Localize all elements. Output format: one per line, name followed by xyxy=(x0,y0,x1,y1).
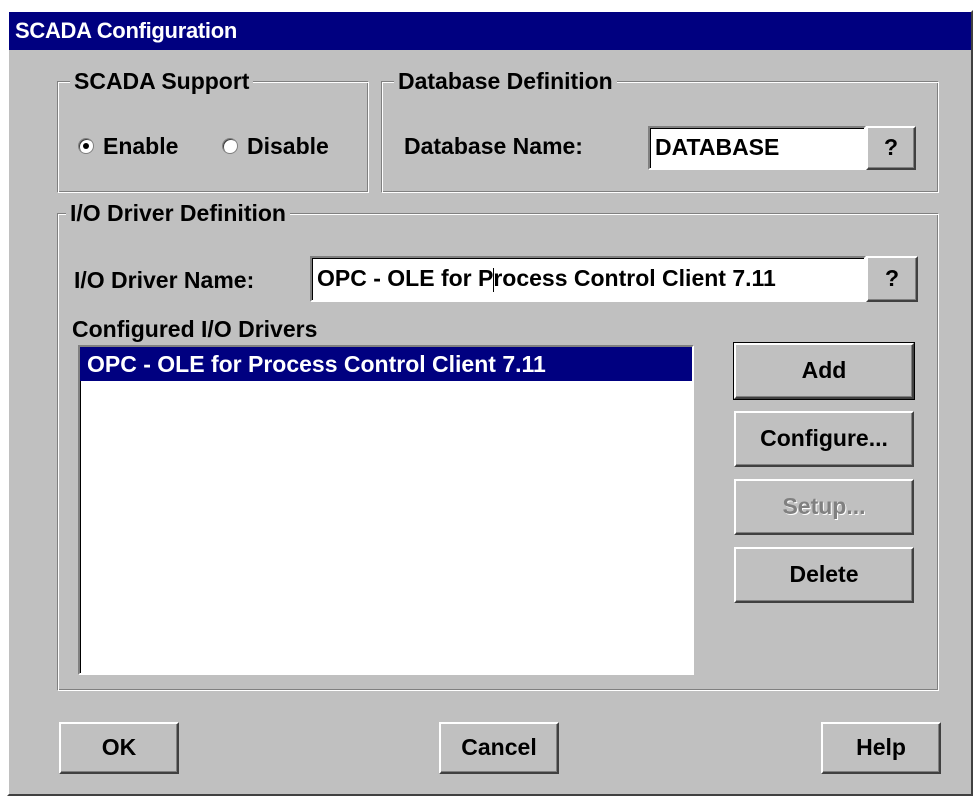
cancel-button-label: Cancel xyxy=(461,734,537,760)
database-name-input[interactable]: DATABASE xyxy=(648,126,866,170)
disable-radio-button[interactable] xyxy=(222,138,238,154)
help-button[interactable]: Help xyxy=(821,722,941,774)
configured-driver-item[interactable]: OPC - OLE for Process Control Client 7.1… xyxy=(80,347,692,381)
io-driver-name-label: I/O Driver Name: xyxy=(74,267,255,293)
io-driver-name-input[interactable]: OPC - OLE for Process Control Client 7.1… xyxy=(310,256,866,302)
configured-drivers-listbox[interactable]: OPC - OLE for Process Control Client 7.1… xyxy=(78,345,694,675)
add-button[interactable]: Add xyxy=(733,342,915,400)
database-definition-legend: Database Definition xyxy=(394,67,617,95)
delete-button-label: Delete xyxy=(789,561,859,587)
cancel-button[interactable]: Cancel xyxy=(439,722,559,774)
database-name-label: Database Name: xyxy=(404,133,583,159)
title-bar[interactable]: SCADA Configuration xyxy=(9,12,971,50)
database-name-help-label: ? xyxy=(883,134,899,160)
help-button-label: Help xyxy=(856,734,906,760)
configure-button[interactable]: Configure... xyxy=(734,411,914,467)
io-driver-definition-group: I/O Driver Definition I/O Driver Name: O… xyxy=(57,199,939,691)
enable-radio-label: Enable xyxy=(103,133,179,159)
add-button-label: Add xyxy=(801,357,847,383)
io-driver-name-help-button[interactable]: ? xyxy=(866,256,918,302)
ok-button-label: OK xyxy=(101,734,137,760)
enable-radio[interactable]: Enable xyxy=(78,131,178,161)
setup-button[interactable]: Setup... xyxy=(734,479,914,535)
database-name-help-button[interactable]: ? xyxy=(866,126,916,170)
configured-drivers-label: Configured I/O Drivers xyxy=(72,316,318,342)
disable-radio[interactable]: Disable xyxy=(222,131,329,161)
scada-support-group: SCADA Support Enable Disable xyxy=(57,67,369,193)
enable-radio-button[interactable] xyxy=(78,138,94,154)
window-title: SCADA Configuration xyxy=(15,18,238,43)
io-driver-definition-legend: I/O Driver Definition xyxy=(66,199,290,227)
delete-button[interactable]: Delete xyxy=(734,547,914,603)
scada-support-legend: SCADA Support xyxy=(70,67,254,95)
scada-configuration-dialog: SCADA Configuration SCADA Support Enable… xyxy=(7,10,973,796)
disable-radio-label: Disable xyxy=(247,133,329,159)
setup-button-label: Setup... xyxy=(782,493,866,519)
database-definition-group: Database Definition Database Name: DATAB… xyxy=(381,67,939,193)
io-driver-name-help-label: ? xyxy=(884,265,900,291)
configured-drivers-list: OPC - OLE for Process Control Client 7.1… xyxy=(80,347,692,381)
database-name-value: DATABASE xyxy=(655,134,780,160)
io-driver-name-value-part2: rocess Control Client 7.11 xyxy=(493,265,776,291)
configure-button-label: Configure... xyxy=(760,425,888,451)
io-driver-name-value-part1: OPC - OLE for P xyxy=(317,265,494,291)
ok-button[interactable]: OK xyxy=(59,722,179,774)
